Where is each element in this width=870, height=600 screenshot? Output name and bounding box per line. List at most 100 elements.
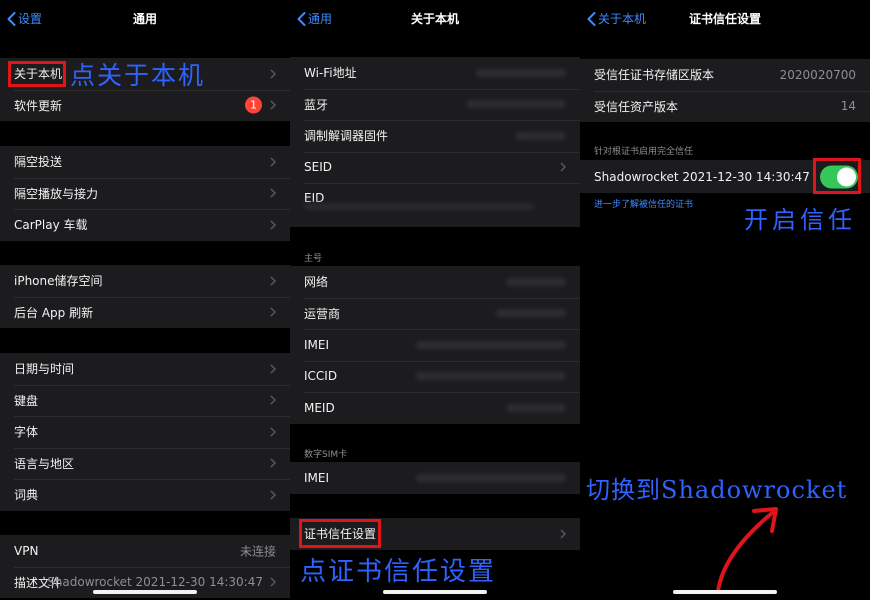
learn-more-link[interactable]: 进一步了解被信任的证书 bbox=[594, 197, 693, 210]
general-settings-screen: 设置 通用 关于本机 软件更新 1 隔空投送 隔空播放与接力 CarPlay 车载… bbox=[0, 0, 290, 600]
annotation-enable-trust: 开启信任 bbox=[744, 206, 856, 234]
row-label: 运营商 bbox=[304, 306, 341, 321]
chevron-right-icon bbox=[270, 220, 276, 230]
vpn-status: 未连接 bbox=[239, 544, 276, 559]
group-digital-sim: IMEI bbox=[290, 462, 580, 494]
chevron-right-icon bbox=[560, 529, 566, 539]
screenshot-composite: 设置 通用 关于本机 软件更新 1 隔空投送 隔空播放与接力 CarPlay 车载… bbox=[0, 0, 870, 600]
row-airplay[interactable]: 隔空播放与接力 bbox=[0, 177, 290, 210]
row-label: 字体 bbox=[14, 425, 39, 440]
chevron-right-icon bbox=[270, 395, 276, 405]
nav-bar: 通用 关于本机 bbox=[290, 0, 580, 36]
red-arrow-icon bbox=[716, 507, 778, 593]
group-trust-store: 受信任证书存储区版本 2020020700 受信任资产版本 14 bbox=[580, 59, 870, 122]
chevron-right-icon bbox=[270, 364, 276, 374]
redacted-value bbox=[304, 203, 534, 210]
redacted-value bbox=[416, 340, 566, 349]
row-label: CarPlay 车载 bbox=[14, 218, 88, 233]
chevron-right-icon bbox=[270, 458, 276, 468]
row-imei-esim: IMEI bbox=[290, 462, 580, 494]
redacted-value bbox=[476, 68, 566, 77]
row-label: 受信任资产版本 bbox=[594, 99, 679, 114]
group-vpn: VPN 未连接 描述文件 Shadowrocket 2021-12-30 14:30… bbox=[0, 535, 290, 598]
row-carplay[interactable]: CarPlay 车载 bbox=[0, 209, 290, 241]
highlight-box-cert-trust bbox=[299, 519, 381, 548]
row-modem-firmware: 调制解调器固件 bbox=[290, 120, 580, 152]
row-label: Wi-Fi地址 bbox=[304, 66, 357, 81]
row-label: 网络 bbox=[304, 275, 329, 290]
row-dictionary[interactable]: 词典 bbox=[0, 479, 290, 511]
row-bluetooth: 蓝牙 bbox=[290, 88, 580, 121]
cert-name: Shadowrocket 2021-12-30 14:30:47 bbox=[594, 169, 810, 184]
group-storage: iPhone储存空间 后台 App 刷新 bbox=[0, 265, 290, 328]
row-fonts[interactable]: 字体 bbox=[0, 416, 290, 448]
profile-value: Shadowrocket 2021-12-30 14:30:47 bbox=[47, 575, 263, 590]
redacted-value bbox=[506, 277, 566, 286]
row-label: IMEI bbox=[304, 470, 330, 485]
page-title: 证书信任设置 bbox=[688, 12, 761, 26]
row-imei: IMEI bbox=[290, 329, 580, 361]
row-label: MEID bbox=[304, 400, 335, 415]
row-iccid: ICCID bbox=[290, 360, 580, 393]
row-label: 词典 bbox=[14, 488, 39, 503]
row-label: 语言与地区 bbox=[14, 456, 75, 471]
row-language-region[interactable]: 语言与地区 bbox=[0, 447, 290, 480]
row-keyboard[interactable]: 键盘 bbox=[0, 384, 290, 417]
row-label: 后台 App 刷新 bbox=[14, 305, 94, 320]
row-background-refresh[interactable]: 后台 App 刷新 bbox=[0, 296, 290, 329]
row-trust-asset-version: 受信任资产版本 14 bbox=[580, 90, 870, 123]
group-primary-line: 网络 运营商 IMEI ICCID MEID bbox=[290, 266, 580, 424]
row-vpn[interactable]: VPN 未连接 bbox=[0, 535, 290, 567]
home-indicator bbox=[93, 590, 197, 594]
row-network: 网络 bbox=[290, 266, 580, 298]
chevron-right-icon bbox=[270, 188, 276, 198]
row-label: 隔空播放与接力 bbox=[14, 186, 99, 201]
annotation-tap-cert-trust: 点证书信任设置 bbox=[300, 557, 497, 587]
row-seid[interactable]: SEID bbox=[290, 151, 580, 184]
row-wifi-address: Wi-Fi地址 bbox=[290, 57, 580, 89]
row-label: 蓝牙 bbox=[304, 97, 329, 112]
cert-trust-screen: 关于本机 证书信任设置 受信任证书存储区版本 2020020700 受信任资产版本… bbox=[580, 0, 870, 600]
redacted-value bbox=[416, 473, 566, 482]
nav-bar: 关于本机 证书信任设置 bbox=[580, 0, 870, 36]
row-label: VPN bbox=[14, 543, 39, 558]
chevron-right-icon bbox=[560, 162, 566, 172]
row-meid: MEID bbox=[290, 392, 580, 424]
section-header-digital-sim: 数字SIM卡 bbox=[304, 450, 348, 460]
chevron-right-icon bbox=[270, 577, 276, 587]
row-label: IMEI bbox=[304, 337, 330, 352]
row-label: 隔空投送 bbox=[14, 155, 63, 170]
row-label: 键盘 bbox=[14, 393, 39, 408]
redacted-value bbox=[516, 131, 566, 140]
chevron-right-icon bbox=[270, 307, 276, 317]
update-badge: 1 bbox=[245, 96, 262, 114]
row-airdrop[interactable]: 隔空投送 bbox=[0, 146, 290, 178]
about-phone-screen: 通用 关于本机 Wi-Fi地址 蓝牙 调制解调器固件 SEID EID 主号 网… bbox=[290, 0, 580, 600]
chevron-right-icon bbox=[270, 157, 276, 167]
nav-bar: 设置 通用 bbox=[0, 0, 290, 36]
group-datetime: 日期与时间 键盘 字体 语言与地区 词典 bbox=[0, 353, 290, 511]
row-software-update[interactable]: 软件更新 1 bbox=[0, 89, 290, 122]
section-header-root-trust: 针对根证书启用完全信任 bbox=[594, 147, 694, 157]
highlight-box-about bbox=[8, 61, 66, 87]
annotation-tap-about: 点关于本机 bbox=[70, 61, 206, 90]
row-label: 受信任证书存储区版本 bbox=[594, 68, 715, 83]
group-airdrop: 隔空投送 隔空播放与接力 CarPlay 车载 bbox=[0, 146, 290, 241]
row-label: SEID bbox=[304, 160, 332, 175]
trust-store-version: 2020020700 bbox=[779, 67, 856, 82]
chevron-right-icon bbox=[270, 490, 276, 500]
chevron-right-icon bbox=[270, 427, 276, 437]
chevron-right-icon bbox=[270, 69, 276, 79]
row-storage[interactable]: iPhone储存空间 bbox=[0, 265, 290, 297]
home-indicator bbox=[383, 590, 487, 594]
group-hardware: Wi-Fi地址 蓝牙 调制解调器固件 SEID EID bbox=[290, 57, 580, 227]
highlight-box-toggle bbox=[813, 158, 861, 194]
redacted-value bbox=[416, 372, 566, 381]
redacted-value bbox=[496, 309, 566, 318]
chevron-right-icon bbox=[270, 276, 276, 286]
row-label: 调制解调器固件 bbox=[304, 129, 389, 144]
row-label: 日期与时间 bbox=[14, 362, 75, 377]
row-date-time[interactable]: 日期与时间 bbox=[0, 353, 290, 385]
page-title: 关于本机 bbox=[410, 12, 459, 26]
trust-asset-version: 14 bbox=[840, 99, 856, 114]
